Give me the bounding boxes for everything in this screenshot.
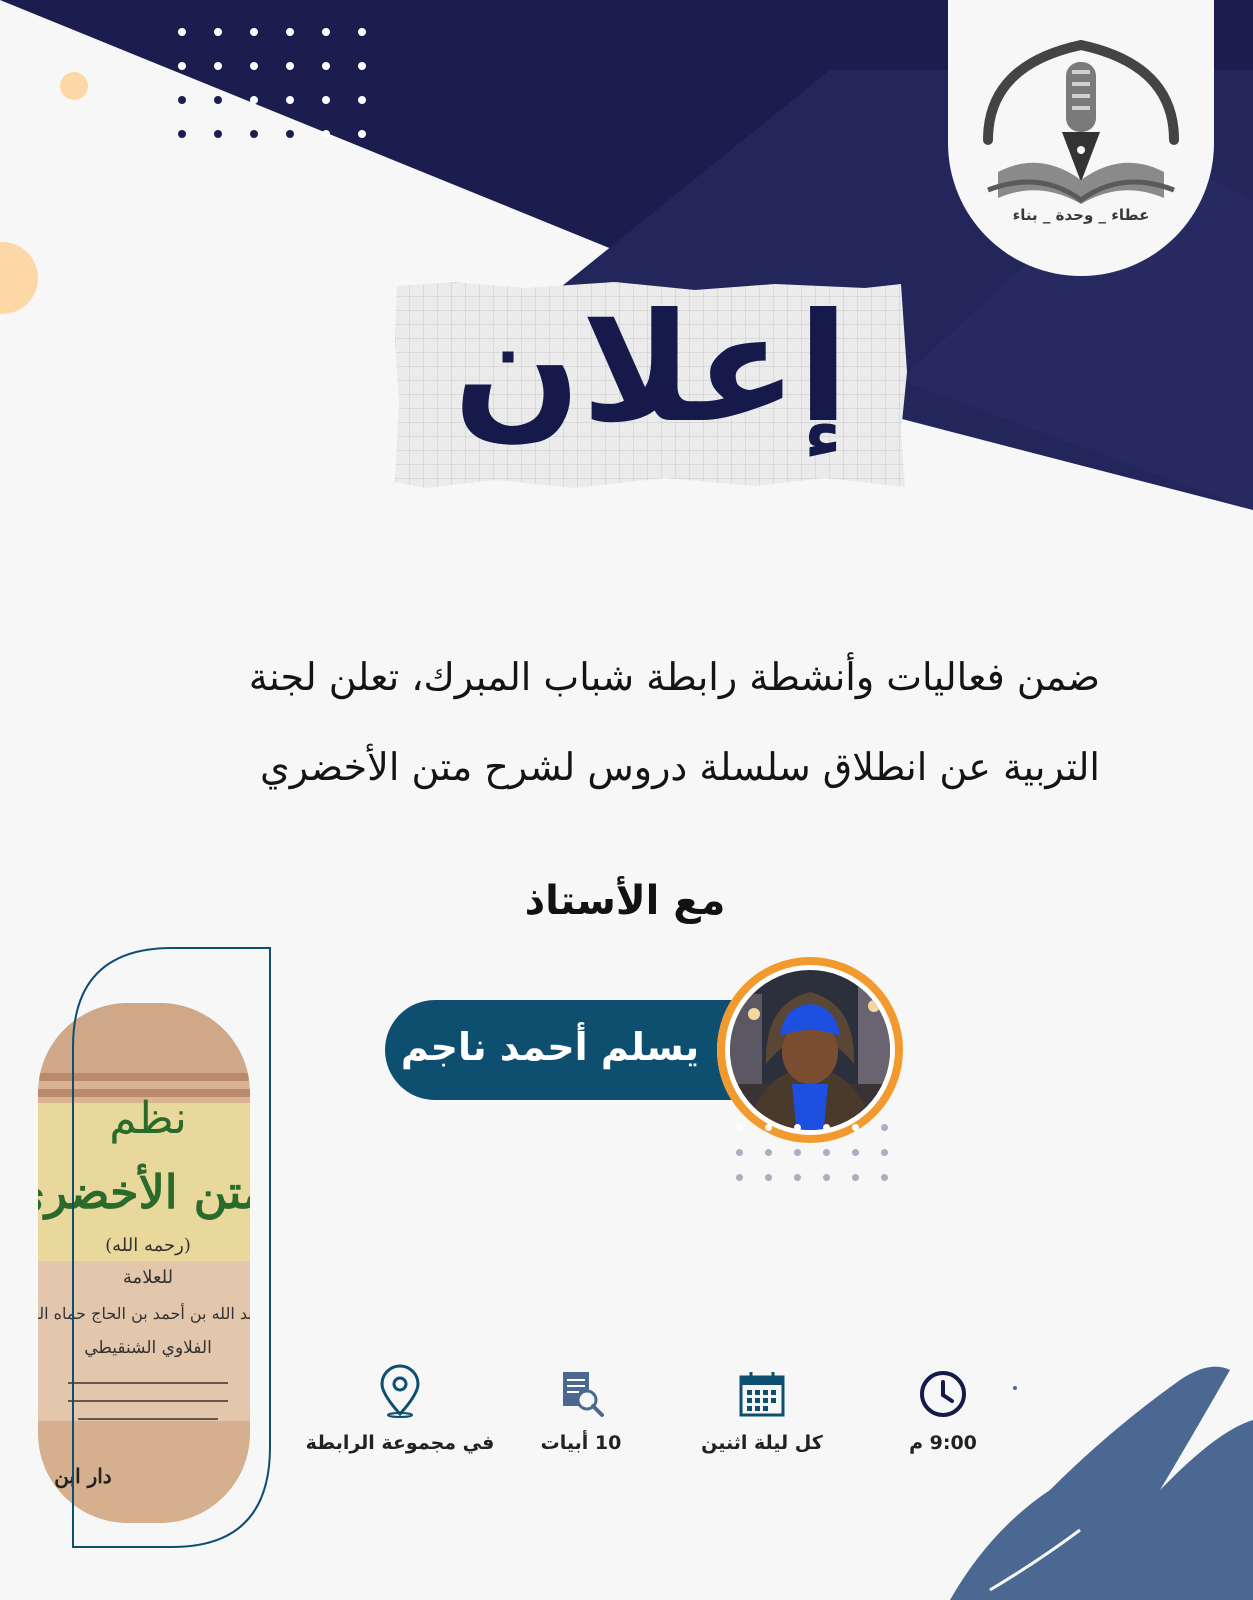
logo-badge: عطاء _ وحدة _ بناء [948, 0, 1214, 276]
detail-verses-label: 10 أبيات [540, 1432, 622, 1454]
logo-tagline: عطاء _ وحدة _ بناء [1012, 206, 1150, 224]
book-frame-outline [72, 947, 271, 1548]
intro-paragraph: ضمن فعاليات وأنشطة رابطة شباب المبرك، تع… [170, 632, 1100, 812]
detail-location: في مجموعة الرابطة [305, 1364, 495, 1454]
intro-line-2: التربية عن انطلاق سلسلة دروس لشرح متن ال… [260, 745, 1100, 789]
detail-day-label: كل ليلة اثنين [701, 1432, 823, 1454]
teacher-avatar [717, 957, 903, 1143]
detail-day: كل ليلة اثنين [667, 1370, 857, 1454]
location-pin-icon [380, 1364, 420, 1418]
dot-grid-top [178, 28, 366, 138]
teacher-name: يسلم أحمد ناجم [400, 1025, 700, 1069]
document-search-icon [563, 1372, 604, 1417]
announcement-title: إعلان [453, 282, 849, 456]
brush-stroke-decoration [950, 1366, 1253, 1600]
detail-verses: 10 أبيات [486, 1370, 676, 1454]
calendar-icon [739, 1372, 785, 1417]
announcement-poster: عطاء _ وحدة _ بناء إعلان ضمن فعاليات وأن… [0, 0, 1253, 1600]
with-teacher-label: مع الأستاذ [524, 878, 726, 924]
peach-half-circle [0, 242, 38, 314]
peach-dot [60, 72, 88, 100]
dot-grid-bottom [736, 1124, 888, 1181]
pen-book-logo [983, 39, 1179, 204]
detail-location-label: في مجموعة الرابطة [305, 1432, 495, 1454]
intro-line-1: ضمن فعاليات وأنشطة رابطة شباب المبرك، تع… [248, 655, 1100, 699]
